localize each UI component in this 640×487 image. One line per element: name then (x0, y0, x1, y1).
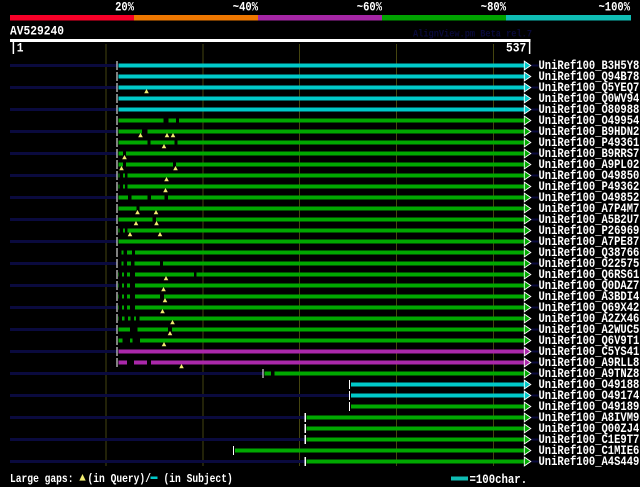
svg-text:537|: 537| (506, 42, 533, 56)
svg-text:(in Query)/: (in Query)/ (88, 472, 151, 486)
svg-text:20%: 20% (115, 1, 134, 15)
svg-text:UniRef100_A4S449: UniRef100_A4S449 (539, 454, 640, 469)
svg-text:Large gaps:: Large gaps: (10, 472, 73, 486)
svg-text:~60%: ~60% (357, 1, 383, 15)
svg-text:|1: |1 (10, 42, 24, 56)
svg-text:AlignView.pm Beta rel.7: AlignView.pm Beta rel.7 (413, 29, 532, 41)
svg-text:AV529240: AV529240 (10, 25, 64, 39)
svg-text:=100char.: =100char. (470, 473, 528, 487)
svg-text:~80%: ~80% (481, 1, 507, 15)
svg-text:~100%: ~100% (599, 1, 631, 15)
svg-text:~40%: ~40% (233, 1, 259, 15)
svg-text:(in Subject): (in Subject) (164, 472, 233, 486)
